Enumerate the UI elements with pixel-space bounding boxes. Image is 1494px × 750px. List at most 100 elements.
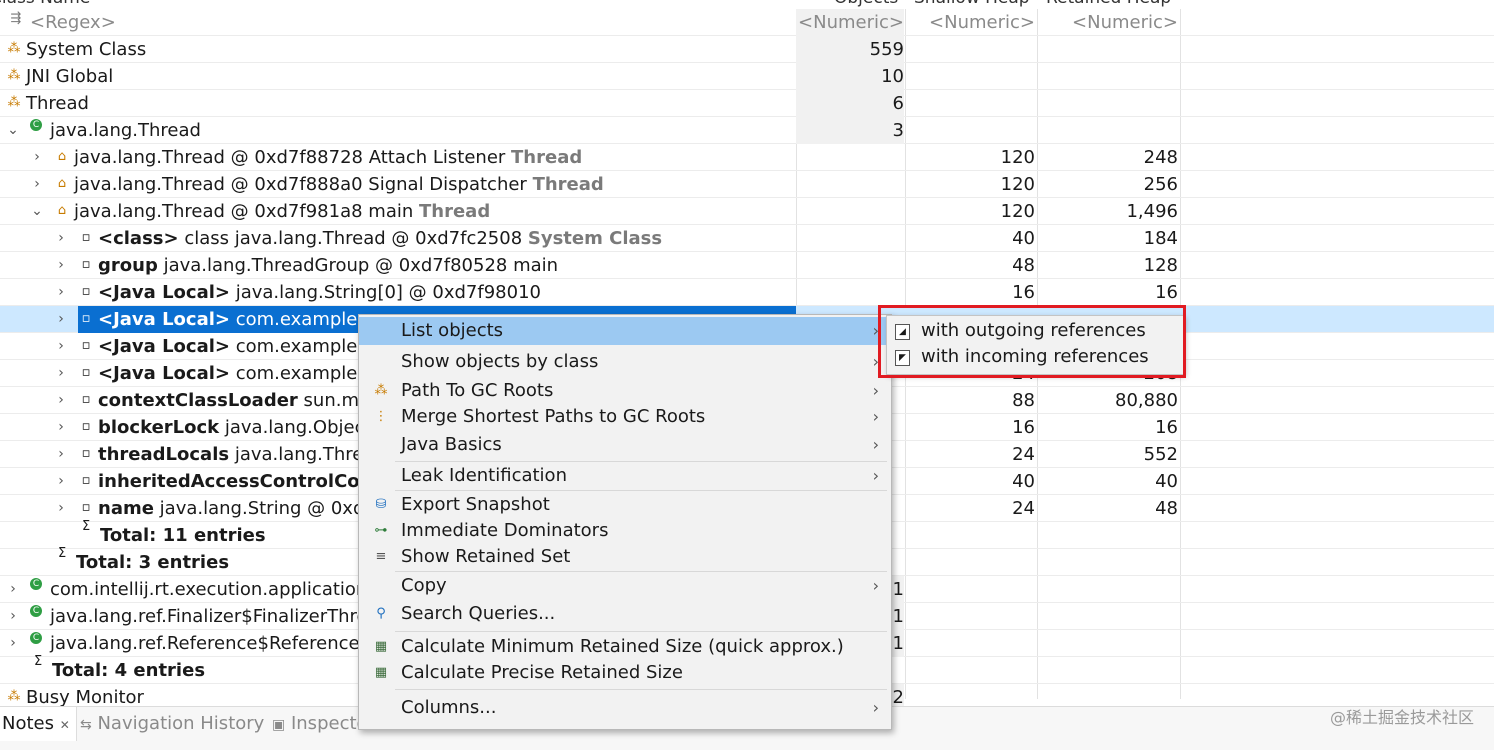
- gc-root-icon: ⁂: [7, 95, 21, 110]
- menu-item-immediate-dominators[interactable]: ⊶ Immediate Dominators: [359, 517, 891, 545]
- table-row[interactable]: › ▫ group java.lang.ThreadGroup @ 0xd7f8…: [0, 252, 1494, 279]
- chevron-down-icon[interactable]: ⌄: [6, 117, 20, 144]
- chevron-right-icon: ›: [872, 381, 879, 400]
- object-icon: ⌂: [57, 176, 67, 191]
- merge-paths-icon: ⋮: [374, 409, 388, 424]
- regex-filter[interactable]: <Regex>: [30, 9, 116, 36]
- chevron-down-icon[interactable]: ⌄: [30, 198, 44, 225]
- field-ref-icon: ▫: [81, 419, 91, 434]
- tab-notes[interactable]: Notes ✕: [0, 707, 77, 741]
- table-row[interactable]: ⌄ C java.lang.Thread 3: [0, 117, 1494, 144]
- chevron-right-icon[interactable]: ›: [6, 630, 20, 657]
- chevron-right-icon[interactable]: ›: [54, 468, 68, 495]
- chevron-right-icon: ›: [872, 576, 879, 595]
- calculator-icon: ▦: [374, 665, 388, 680]
- retained-filter[interactable]: <Numeric>: [1037, 9, 1178, 36]
- chevron-right-icon[interactable]: ›: [54, 387, 68, 414]
- chevron-right-icon[interactable]: ›: [54, 414, 68, 441]
- menu-item-merge-shortest-paths[interactable]: ⋮ Merge Shortest Paths to GC Roots ›: [359, 403, 891, 431]
- menu-item-leak-identification[interactable]: Leak Identification ›: [359, 462, 891, 490]
- dominators-icon: ⊶: [374, 523, 388, 538]
- column-header-class-name[interactable]: Class Name: [0, 0, 90, 8]
- field-ref-icon: ▫: [81, 500, 91, 515]
- field-ref-icon: ▫: [81, 257, 91, 272]
- inspector-icon: ▣: [272, 717, 286, 733]
- watermark: @稀土掘金技术社区: [1329, 708, 1474, 727]
- sum-icon: Σ: [82, 519, 91, 534]
- close-icon[interactable]: ✕: [60, 718, 70, 732]
- column-header-shallow-heap[interactable]: Shallow Heap: [914, 0, 1030, 8]
- tab-navigation-history[interactable]: ⇆ Navigation History: [80, 707, 264, 741]
- menu-item-java-basics[interactable]: Java Basics ›: [359, 431, 891, 459]
- chevron-right-icon[interactable]: ›: [30, 144, 44, 171]
- menu-item-calc-precise-retained[interactable]: ▦ Calculate Precise Retained Size: [359, 659, 891, 687]
- chevron-right-icon[interactable]: ›: [54, 225, 68, 252]
- class-icon: C: [30, 605, 42, 617]
- gc-root-icon: ⁂: [7, 689, 21, 704]
- array-ref-icon: ▫: [81, 284, 91, 299]
- field-ref-icon: ▫: [81, 311, 91, 326]
- field-ref-icon: ▫: [81, 392, 91, 407]
- chevron-right-icon[interactable]: ›: [54, 360, 68, 387]
- column-header-retained-heap[interactable]: Retained Heap: [1046, 0, 1171, 8]
- menu-item-columns[interactable]: Columns... ›: [359, 694, 891, 722]
- menu-item-show-retained-set[interactable]: ≡ Show Retained Set: [359, 543, 891, 571]
- objects-filter[interactable]: <Numeric>: [796, 9, 904, 36]
- field-ref-icon: ▫: [81, 446, 91, 461]
- table-row[interactable]: › ▫ <class> class java.lang.Thread @ 0xd…: [0, 225, 1494, 252]
- field-ref-icon: ▫: [81, 365, 91, 380]
- context-menu: List objects › Show objects by class › ⁂…: [358, 314, 892, 730]
- chevron-right-icon[interactable]: ›: [54, 495, 68, 522]
- table-row[interactable]: ⁂ JNI Global 10: [0, 63, 1494, 90]
- chevron-right-icon[interactable]: ›: [30, 171, 44, 198]
- chevron-right-icon: ›: [872, 407, 879, 426]
- menu-item-path-to-gc-roots[interactable]: ⁂ Path To GC Roots ›: [359, 377, 891, 405]
- class-icon: C: [30, 119, 42, 131]
- chevron-right-icon[interactable]: ›: [54, 333, 68, 360]
- menu-item-list-objects[interactable]: List objects ›: [359, 317, 891, 345]
- table-header: Class Name Objects Shallow Heap Retained…: [0, 0, 1494, 8]
- sum-icon: Σ: [58, 546, 67, 561]
- class-icon: C: [30, 632, 42, 644]
- navigation-history-icon: ⇆: [80, 717, 92, 733]
- field-ref-icon: ▫: [81, 473, 91, 488]
- calculator-icon: ▦: [374, 639, 388, 654]
- menu-item-calc-min-retained[interactable]: ▦ Calculate Minimum Retained Size (quick…: [359, 633, 891, 661]
- export-icon: ⛁: [375, 497, 387, 512]
- table-row[interactable]: ⌄ ⌂ java.lang.Thread @ 0xd7f981a8 main T…: [0, 198, 1494, 225]
- sum-icon: Σ: [34, 654, 43, 669]
- class-icon: C: [30, 578, 42, 590]
- search-queries-icon: ⚲: [376, 606, 386, 621]
- gc-roots-icon: ⁂: [374, 383, 388, 398]
- field-ref-icon: ▫: [81, 338, 91, 353]
- chevron-right-icon: ›: [872, 698, 879, 717]
- filter-row: ⇶ <Regex> <Numeric> <Numeric> <Numeric>: [0, 9, 1494, 36]
- object-icon: ⌂: [57, 203, 67, 218]
- column-header-objects[interactable]: Objects: [834, 0, 898, 8]
- chevron-right-icon: ›: [872, 435, 879, 454]
- menu-item-copy[interactable]: Copy ›: [359, 572, 891, 600]
- chevron-right-icon[interactable]: ›: [54, 252, 68, 279]
- class-ref-icon: ▫: [81, 230, 91, 245]
- filter-icon: ⇶: [10, 11, 22, 26]
- menu-item-export-snapshot[interactable]: ⛁ Export Snapshot: [359, 491, 891, 519]
- highlight-annotation-box: [878, 305, 1186, 378]
- chevron-right-icon[interactable]: ›: [54, 279, 68, 306]
- menu-item-search-queries[interactable]: ⚲ Search Queries...: [359, 600, 891, 628]
- chevron-right-icon[interactable]: ›: [54, 306, 68, 333]
- table-row[interactable]: › ⌂ java.lang.Thread @ 0xd7f888a0 Signal…: [0, 171, 1494, 198]
- gc-root-icon: ⁂: [7, 68, 21, 83]
- chevron-right-icon: ›: [872, 466, 879, 485]
- table-row[interactable]: › ▫ <Java Local> java.lang.String[0] @ 0…: [0, 279, 1494, 306]
- chevron-right-icon[interactable]: ›: [54, 441, 68, 468]
- table-row[interactable]: ⁂ Thread 6: [0, 90, 1494, 117]
- menu-item-show-objects-by-class[interactable]: Show objects by class ›: [359, 348, 891, 376]
- shallow-filter[interactable]: <Numeric>: [905, 9, 1035, 36]
- chevron-right-icon[interactable]: ›: [6, 603, 20, 630]
- retained-set-icon: ≡: [375, 549, 387, 564]
- table-row[interactable]: › ⌂ java.lang.Thread @ 0xd7f88728 Attach…: [0, 144, 1494, 171]
- table-row[interactable]: ⁂ System Class 559: [0, 36, 1494, 63]
- object-icon: ⌂: [57, 149, 67, 164]
- gc-root-icon: ⁂: [7, 41, 21, 56]
- chevron-right-icon[interactable]: ›: [6, 576, 20, 603]
